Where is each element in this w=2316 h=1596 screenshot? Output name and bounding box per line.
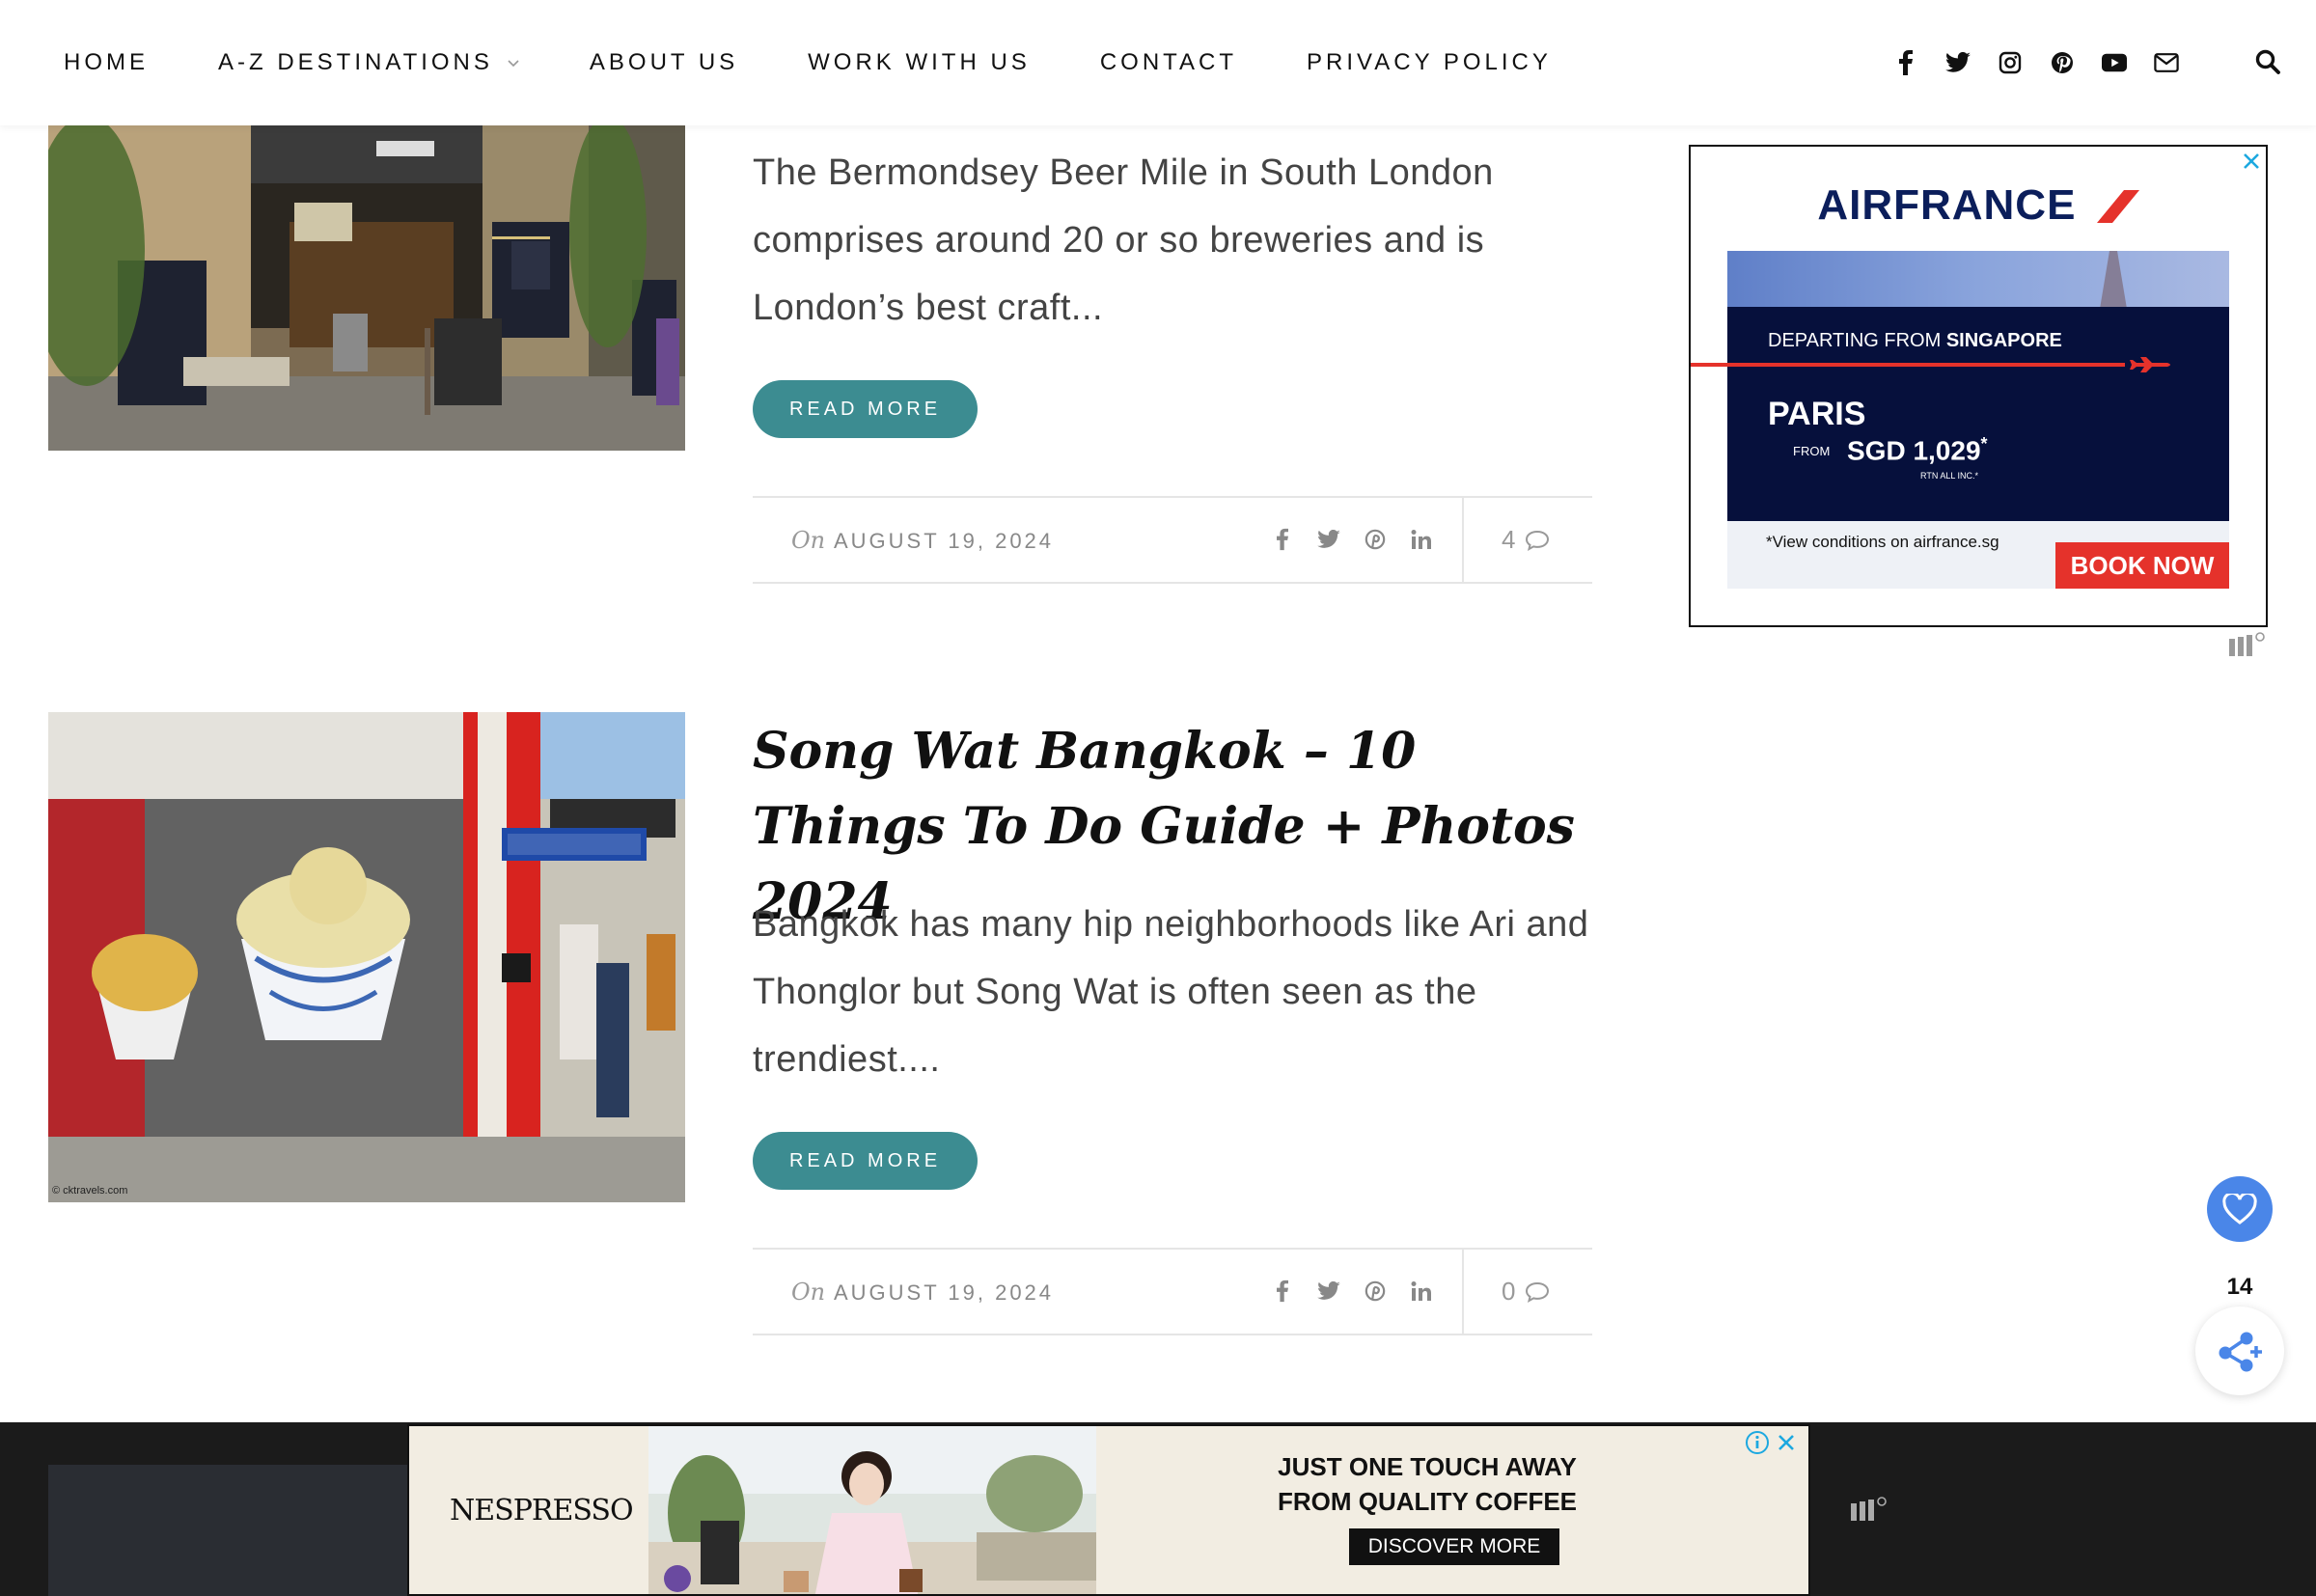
share-buttons: [1268, 1277, 1453, 1306]
departing-city: SINGAPORE: [1945, 330, 2062, 351]
sky-image: [1727, 251, 2229, 309]
meta-divider: [1462, 1250, 1464, 1334]
pinterest-icon[interactable]: [2050, 50, 2075, 75]
book-now-button[interactable]: BOOK NOW: [2055, 542, 2229, 589]
linkedin-icon[interactable]: [1407, 1277, 1436, 1306]
comment-count-value: 4: [1502, 525, 1516, 554]
facebook-icon[interactable]: [1268, 525, 1297, 554]
airfrance-logo-text: AIRFRANCE: [1817, 181, 2077, 229]
pinterest-icon[interactable]: [1361, 525, 1390, 554]
date-prefix: On: [791, 1279, 826, 1306]
ad-banner: DEPARTING FROM SINGAPORE PARIS FROM SGD …: [1727, 251, 2229, 589]
post-date: AUGUST 19, 2024: [834, 1280, 1055, 1305]
photo-watermark: © cktravels.com: [52, 1185, 128, 1197]
nav-privacy-policy[interactable]: PRIVACY POLICY: [1307, 49, 1552, 76]
comment-bubble-icon: [1526, 1281, 1550, 1303]
nav-destinations-label: A-Z DESTINATIONS: [218, 49, 493, 75]
post-excerpt: The Bermondsey Beer Mile in South London…: [753, 152, 1494, 328]
offer-panel: DEPARTING FROM SINGAPORE PARIS FROM SGD …: [1727, 307, 2229, 521]
flight-line-icon: [1691, 357, 2170, 372]
price-note: RTN ALL INC.*: [1920, 471, 1979, 481]
twitter-icon[interactable]: [1314, 525, 1343, 554]
post-thumbnail[interactable]: [48, 125, 685, 451]
share-icon: [2219, 1332, 2262, 1372]
price-asterisk: *: [1980, 434, 1988, 454]
pinterest-icon[interactable]: [1361, 1277, 1390, 1306]
facebook-icon[interactable]: [1268, 1277, 1297, 1306]
nespresso-logo: NESPRESSO: [450, 1494, 634, 1527]
next-post-thumbnail: [48, 1465, 434, 1596]
from-label: FROM: [1793, 444, 1831, 458]
song-wat-mural-photo: [48, 712, 685, 1202]
ad-headline-line1: JUST ONE TOUCH AWAY: [1278, 1452, 1577, 1481]
chevron-down-icon: [508, 60, 519, 68]
social-links: [1866, 0, 2179, 125]
nav-about-us[interactable]: ABOUT US: [590, 49, 738, 76]
departing-text: DEPARTING FROM SINGAPORE: [1768, 330, 2062, 352]
comment-bubble-icon: [1526, 530, 1550, 551]
close-ad-icon[interactable]: [2239, 149, 2264, 174]
destination-city: PARIS: [1768, 396, 1866, 432]
youtube-icon[interactable]: [2102, 50, 2127, 75]
favorite-button[interactable]: [2207, 1176, 2273, 1242]
nav-contact[interactable]: CONTACT: [1100, 49, 1237, 76]
post-meta: On AUGUST 19, 2024 4: [753, 496, 1592, 584]
sidebar-advertisement[interactable]: AIRFRANCE DEPARTING FROM SINGAPORE PARIS…: [1689, 145, 2268, 627]
ad-network-logo-icon[interactable]: [1849, 1496, 1888, 1523]
comment-count[interactable]: 0: [1502, 1277, 1550, 1307]
ad-headline-line2: FROM QUALITY COFFEE: [1277, 1487, 1578, 1516]
twitter-icon[interactable]: [1945, 50, 1971, 75]
comment-count[interactable]: 4: [1502, 525, 1550, 555]
envelope-icon[interactable]: [2154, 50, 2179, 75]
ad-info-icon[interactable]: [1745, 1430, 1770, 1455]
bottom-advertisement[interactable]: NESPRESSO JUST ONE TOUCH AWAY FROM QUALI…: [407, 1424, 1810, 1596]
departing-prefix: DEPARTING FROM: [1768, 330, 1942, 351]
close-ad-icon[interactable]: [1774, 1430, 1799, 1455]
beer-mile-photo: [48, 125, 685, 451]
nav-home[interactable]: HOME: [64, 49, 149, 76]
ad-photo: [648, 1426, 1096, 1594]
read-more-button[interactable]: READ MORE: [753, 1132, 978, 1190]
post-date: AUGUST 19, 2024: [834, 529, 1055, 553]
airfrance-logo: AIRFRANCE: [1691, 181, 2266, 230]
comment-count-value: 0: [1502, 1277, 1516, 1306]
offer-price: SGD 1,029*: [1847, 434, 1988, 466]
share-count: 14: [2226, 1274, 2253, 1300]
share-buttons: [1268, 525, 1453, 554]
instagram-icon[interactable]: [1998, 50, 2023, 75]
conditions-text: *View conditions on airfrance.sg: [1766, 533, 1999, 551]
ad-network-logo-icon[interactable]: [2227, 631, 2266, 658]
meta-divider: [1462, 498, 1464, 582]
nav-work-with-us[interactable]: WORK WITH US: [808, 49, 1031, 76]
ad-headline: JUST ONE TOUCH AWAY FROM QUALITY COFFEE: [1268, 1449, 1586, 1519]
share-button[interactable]: [2195, 1307, 2284, 1395]
twitter-icon[interactable]: [1314, 1277, 1343, 1306]
post-excerpt: Bangkok has many hip neighborhoods like …: [753, 904, 1589, 1080]
nav-destinations[interactable]: A-Z DESTINATIONS: [218, 49, 520, 76]
post-thumbnail[interactable]: © cktravels.com: [48, 712, 685, 1202]
discover-more-button[interactable]: DISCOVER MORE: [1349, 1528, 1559, 1565]
eiffel-tower-image: [2100, 251, 2127, 309]
top-navigation: HOME A-Z DESTINATIONS ABOUT US WORK WITH…: [0, 0, 2316, 125]
linkedin-icon[interactable]: [1407, 525, 1436, 554]
heart-icon: [2222, 1194, 2257, 1225]
main-menu: HOME A-Z DESTINATIONS ABOUT US WORK WITH…: [64, 0, 1621, 125]
facebook-icon[interactable]: [1893, 50, 1918, 75]
airfrance-stripe-mark: [2096, 190, 2139, 223]
search-icon[interactable]: [2254, 48, 2281, 75]
read-more-button[interactable]: READ MORE: [753, 380, 978, 438]
date-prefix: On: [791, 527, 826, 554]
post-meta: On AUGUST 19, 2024 0: [753, 1248, 1592, 1335]
offer-price-value: SGD 1,029: [1847, 435, 1981, 466]
